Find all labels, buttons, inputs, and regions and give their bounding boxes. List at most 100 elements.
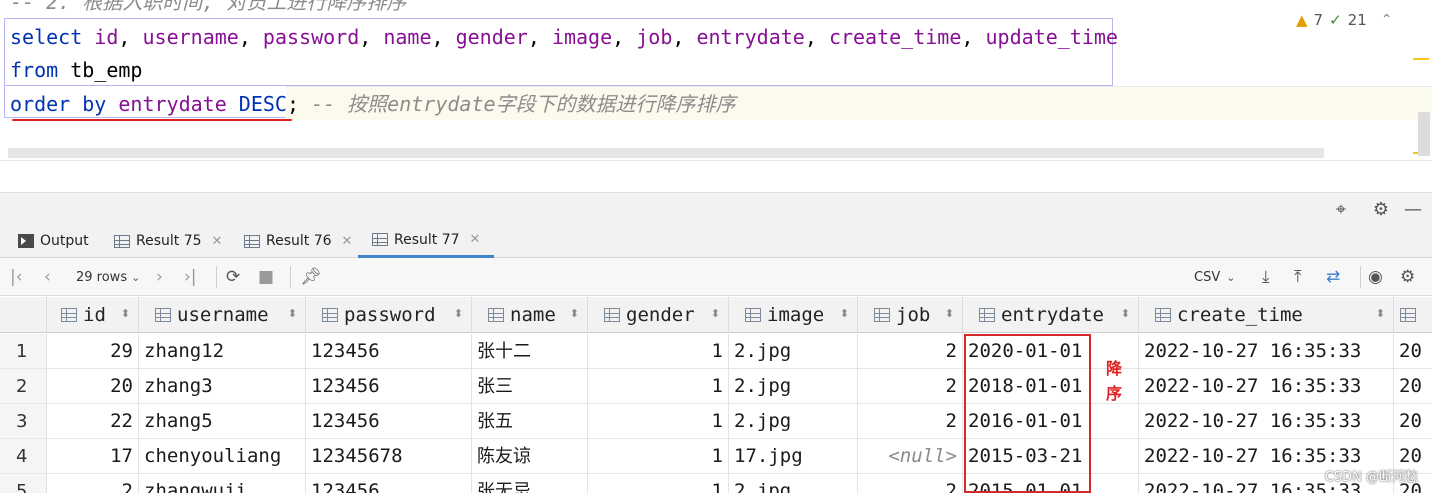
row-number[interactable]: 4 [0,439,47,474]
column-header-job[interactable]: job ⬍ [858,297,963,333]
cell-name[interactable]: 张五 [472,404,588,439]
column-header-entrydate[interactable]: entrydate ⬍ [963,297,1139,333]
cell-name[interactable]: 张十二 [472,334,588,369]
sort-icon[interactable]: ⬍ [121,307,130,320]
result-grid[interactable]: id ⬍ username ⬍ password ⬍ name ⬍ gender ⬍ image ⬍ j… [0,297,1432,493]
cell-image[interactable]: 2.jpg [729,334,858,369]
sort-icon[interactable]: ⬍ [1121,307,1130,320]
stop-icon[interactable]: ■ [258,265,274,289]
pin-icon[interactable]: 📌︎ [300,265,322,289]
cell-password[interactable]: 123456 [306,369,472,404]
cell-id[interactable]: 2 [47,474,139,493]
minimize-icon[interactable]: — [1401,197,1425,221]
horizontal-scrollbar[interactable] [8,148,1324,158]
cell-name[interactable]: 陈友谅 [472,439,588,474]
column-header-name[interactable]: name ⬍ [472,297,588,333]
cell-create-time[interactable]: 2022-10-27 16:35:33 [1139,369,1394,404]
tab-output[interactable]: Output [18,224,89,258]
order-line[interactable]: order by entrydate DESC; -- 按照entrydate字… [10,88,736,121]
cell-create-time[interactable]: 2022-10-27 16:35:33 [1139,404,1394,439]
eye-icon[interactable]: ◉ [1368,265,1383,289]
cell-gender[interactable]: 1 [588,369,729,404]
rows-dropdown[interactable]: 29 rows ⌄ [76,265,140,289]
cell-create-time[interactable]: 2022-10-27 16:35:33 [1139,334,1394,369]
from-line[interactable]: from tb_emp [10,54,142,87]
row-number[interactable]: 5 [0,474,47,493]
target-icon[interactable]: ⌖ [1329,197,1353,221]
row-number[interactable]: 3 [0,404,47,439]
tab-result-77[interactable]: Result 77 ✕ [358,224,495,258]
column-header-create-time[interactable]: create_time ⬍ [1139,297,1394,333]
cell-username[interactable]: chenyouliang [139,439,306,474]
export-format-dropdown[interactable]: CSV ⌄ [1194,265,1235,289]
sort-icon[interactable]: ⬍ [945,307,954,320]
cell-id[interactable]: 22 [47,404,139,439]
close-icon[interactable]: ✕ [342,234,353,249]
cell-image[interactable]: 2.jpg [729,369,858,404]
inspection-widget[interactable]: ▲ 7 ✓ 21 ⌃ [1296,9,1393,31]
cell-entrydate[interactable]: 2016-01-01 [963,404,1139,439]
select-line[interactable]: select id, username, password, name, gen… [10,21,1118,54]
tab-result-76[interactable]: Result 76 ✕ [244,224,352,258]
cell-gender[interactable]: 1 [588,474,729,493]
column-header-username[interactable]: username ⬍ [139,297,306,333]
cell-password[interactable]: 123456 [306,334,472,369]
cell-password[interactable]: 123456 [306,404,472,439]
cell-password[interactable]: 12345678 [306,439,472,474]
row-number[interactable]: 1 [0,334,47,369]
cell-username[interactable]: zhang5 [139,404,306,439]
cell-username[interactable]: zhang12 [139,334,306,369]
refresh-icon[interactable]: ⟳ [226,265,240,289]
cell-job[interactable]: <null> [858,439,963,474]
prev-page-icon[interactable]: ‹ [44,265,51,289]
close-icon[interactable]: ✕ [212,234,223,249]
cell-job[interactable]: 2 [858,474,963,493]
cell-job[interactable]: 2 [858,369,963,404]
cell-gender[interactable]: 1 [588,439,729,474]
cell-entrydate[interactable]: 2015-03-21 [963,439,1139,474]
cell-image[interactable]: 2.jpg [729,404,858,439]
cell-name[interactable]: 张无忌 [472,474,588,493]
sort-icon[interactable]: ⬍ [454,307,463,320]
cell-update-time[interactable]: 20 [1394,404,1432,439]
last-page-icon[interactable]: ›| [184,265,197,289]
cell-name[interactable]: 张三 [472,369,588,404]
cell-id[interactable]: 20 [47,369,139,404]
column-header-password[interactable]: password ⬍ [306,297,472,333]
next-page-icon[interactable]: › [156,265,163,289]
row-number[interactable]: 2 [0,369,47,404]
cell-image[interactable]: 17.jpg [729,439,858,474]
sort-icon[interactable]: ⬍ [1376,307,1385,320]
vertical-scrollbar[interactable] [1418,112,1430,156]
gear-icon[interactable]: ⚙ [1400,265,1415,289]
tab-result-75[interactable]: Result 75 ✕ [114,224,222,258]
cell-job[interactable]: 2 [858,334,963,369]
gear-icon[interactable]: ⚙ [1369,197,1393,221]
sort-icon[interactable]: ⬍ [288,307,297,320]
column-header-gender[interactable]: gender ⬍ [588,297,729,333]
cell-update-time[interactable]: 20 [1394,369,1432,404]
column-header-image[interactable]: image ⬍ [729,297,858,333]
download-icon[interactable]: ⤓ [1262,265,1270,289]
sort-icon[interactable]: ⬍ [711,307,720,320]
column-header-id[interactable]: id ⬍ [47,297,139,333]
column-header-update-time[interactable] [1394,297,1432,333]
cell-id[interactable]: 29 [47,334,139,369]
cell-entrydate[interactable]: 2015-01-01 [963,474,1139,493]
cell-password[interactable]: 123456 [306,474,472,493]
cell-username[interactable]: zhang3 [139,369,306,404]
close-icon[interactable]: ✕ [470,232,481,247]
warning-stripe[interactable] [1413,58,1429,60]
cell-gender[interactable]: 1 [588,404,729,439]
sort-icon[interactable]: ⬍ [570,307,579,320]
cell-job[interactable]: 2 [858,404,963,439]
compare-icon[interactable]: ⇄ [1326,265,1340,289]
cell-update-time[interactable]: 20 [1394,334,1432,369]
cell-gender[interactable]: 1 [588,334,729,369]
first-page-icon[interactable]: |‹ [10,265,23,289]
sort-icon[interactable]: ⬍ [840,307,849,320]
cell-username[interactable]: zhangwuji [139,474,306,493]
cell-image[interactable]: 2.jpg [729,474,858,493]
cell-id[interactable]: 17 [47,439,139,474]
sql-editor[interactable]: -- 2. 根据入职时间, 对员工进行降序排序 select id, usern… [0,0,1432,160]
